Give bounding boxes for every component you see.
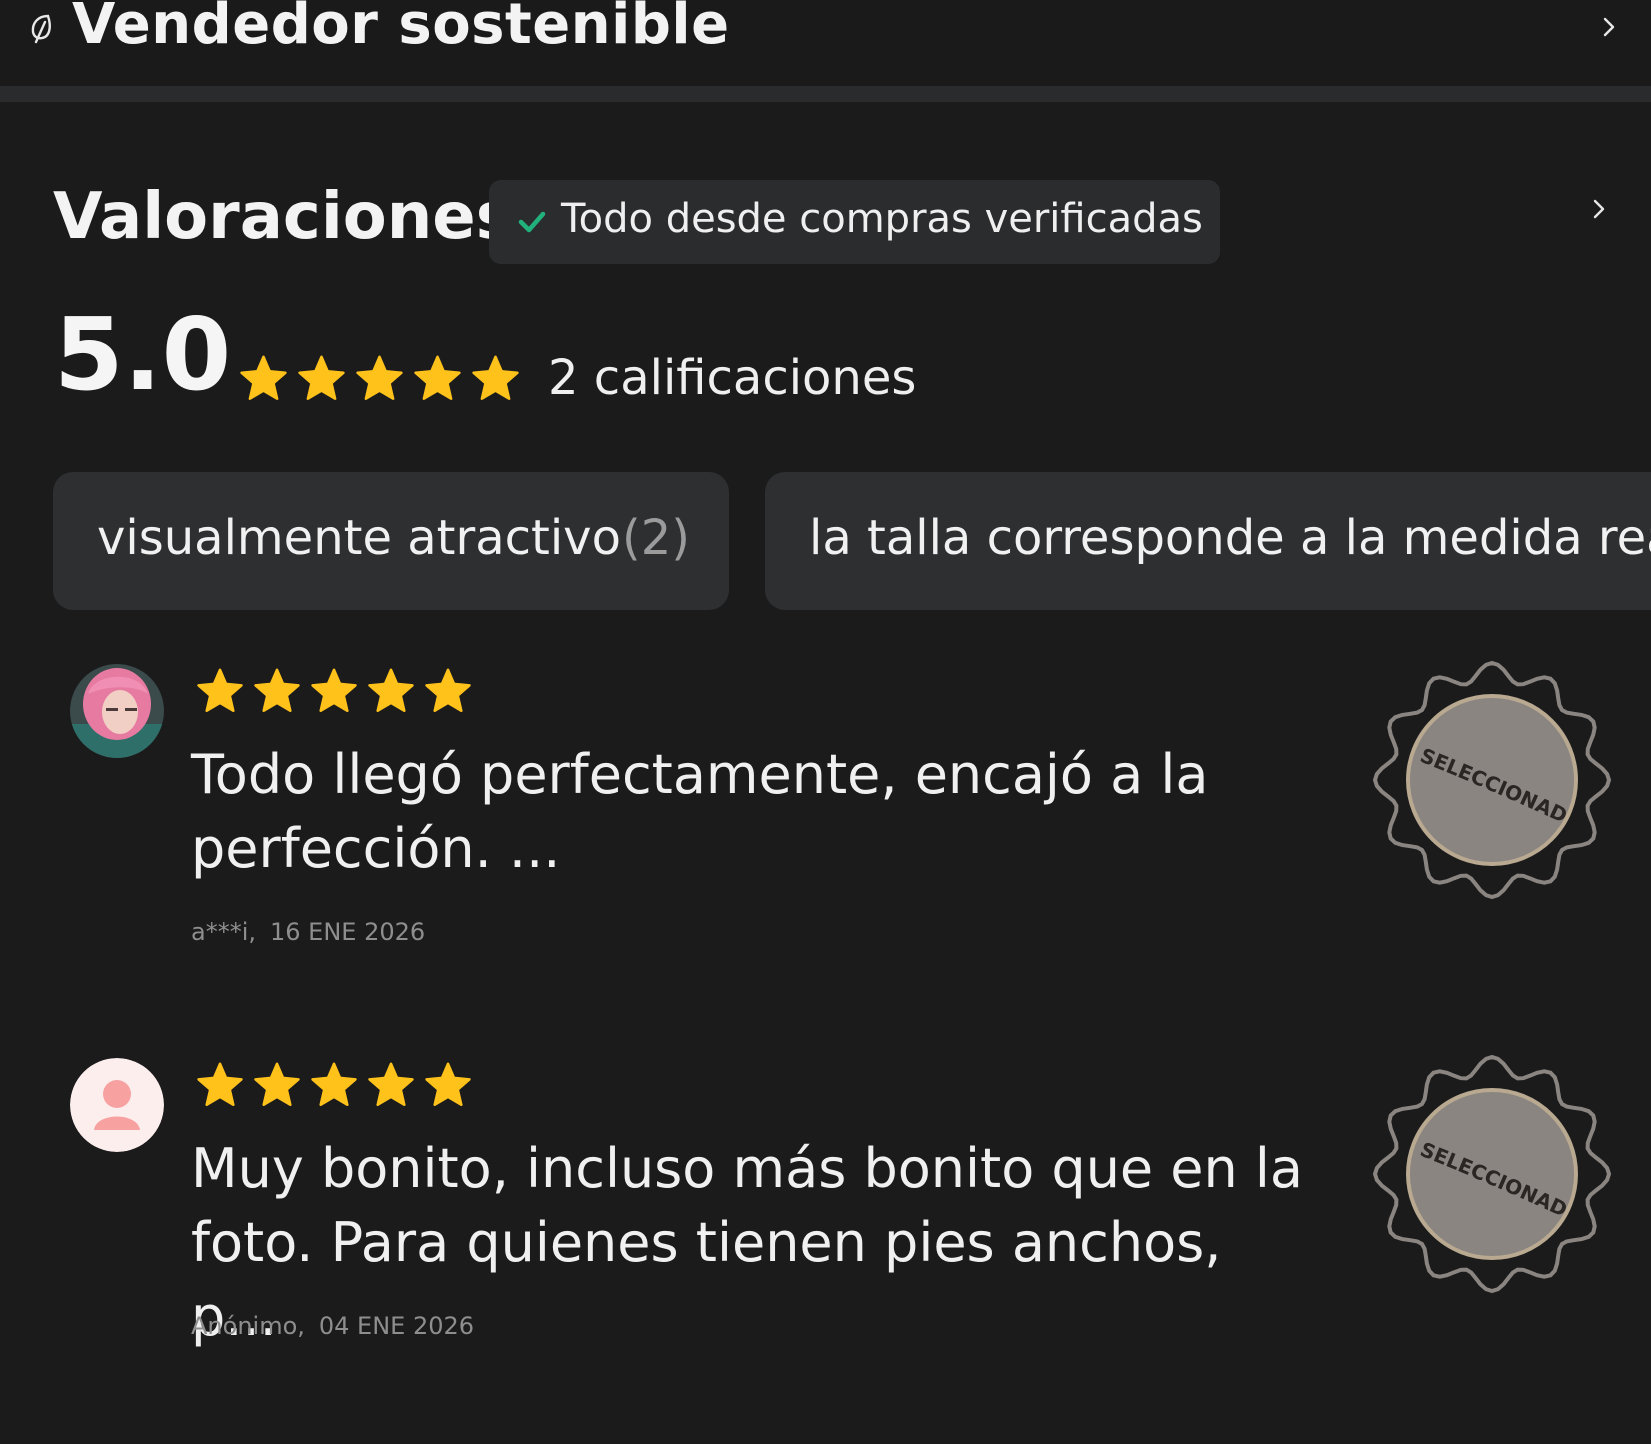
star-icon [368,1062,414,1107]
star-icon [254,1062,300,1107]
star-icon [197,1062,243,1107]
star-icon [472,355,519,400]
check-icon [518,211,546,233]
star-icon [414,355,461,400]
star-icon [311,1062,357,1107]
tag-chip-label: visualmente atractivo [97,510,621,566]
summary-star-rating [238,353,521,404]
review-text[interactable]: Todo llegó perfectamente, encajó a la pe… [191,738,1321,886]
review-meta: a***i, 16 ENE 2026 [191,918,425,946]
tag-chip-count: (2) [622,510,690,566]
review-author: a***i, [191,918,257,946]
star-icon [197,668,243,713]
sustainable-seller-bar[interactable]: Vendedor sostenible [0,0,1651,86]
ratings-count: 2 calificaciones [548,350,917,406]
review-date: 16 ENE 2026 [270,918,426,946]
chevron-right-icon[interactable] [1588,198,1610,220]
average-score: 5.0 [54,296,232,413]
selected-seal-icon: SELECCIONADO [1372,660,1612,900]
selected-seal-icon: SELECCIONADO [1372,1054,1612,1294]
review-meta: Anónimo, 04 ENE 2026 [191,1312,474,1340]
default-avatar-icon [70,1058,164,1152]
star-icon [298,355,345,400]
ratings-title: Valoraciones [53,180,514,254]
star-icon [254,668,300,713]
star-icon [240,355,287,400]
tag-chip-true-to-size[interactable]: la talla corresponde a la medida real [765,472,1651,610]
verified-purchases-badge: Todo desde compras verificadas [489,180,1220,264]
tag-chip-label: la talla corresponde a la medida real [809,510,1651,566]
review-item[interactable]: Todo llegó perfectamente, encajó a la pe… [0,660,1651,1050]
section-divider [0,86,1651,102]
leaf-icon [31,14,51,44]
star-icon [425,1062,471,1107]
review-author: Anónimo, [191,1312,305,1340]
review-date: 04 ENE 2026 [318,1312,475,1340]
tag-chip-visually-attractive[interactable]: visualmente atractivo (2) [53,472,729,610]
verified-purchases-text: Todo desde compras verificadas [561,196,1203,242]
star-icon [425,668,471,713]
review-star-rating [195,666,473,716]
star-icon [311,668,357,713]
avatar [70,664,164,758]
review-star-rating [195,1060,473,1110]
seller-title: Vendedor sostenible [72,0,730,57]
star-icon [356,355,403,400]
chevron-right-icon[interactable] [1598,16,1620,38]
star-icon [368,668,414,713]
review-item[interactable]: Muy bonito, incluso más bonito que en la… [0,1054,1651,1444]
